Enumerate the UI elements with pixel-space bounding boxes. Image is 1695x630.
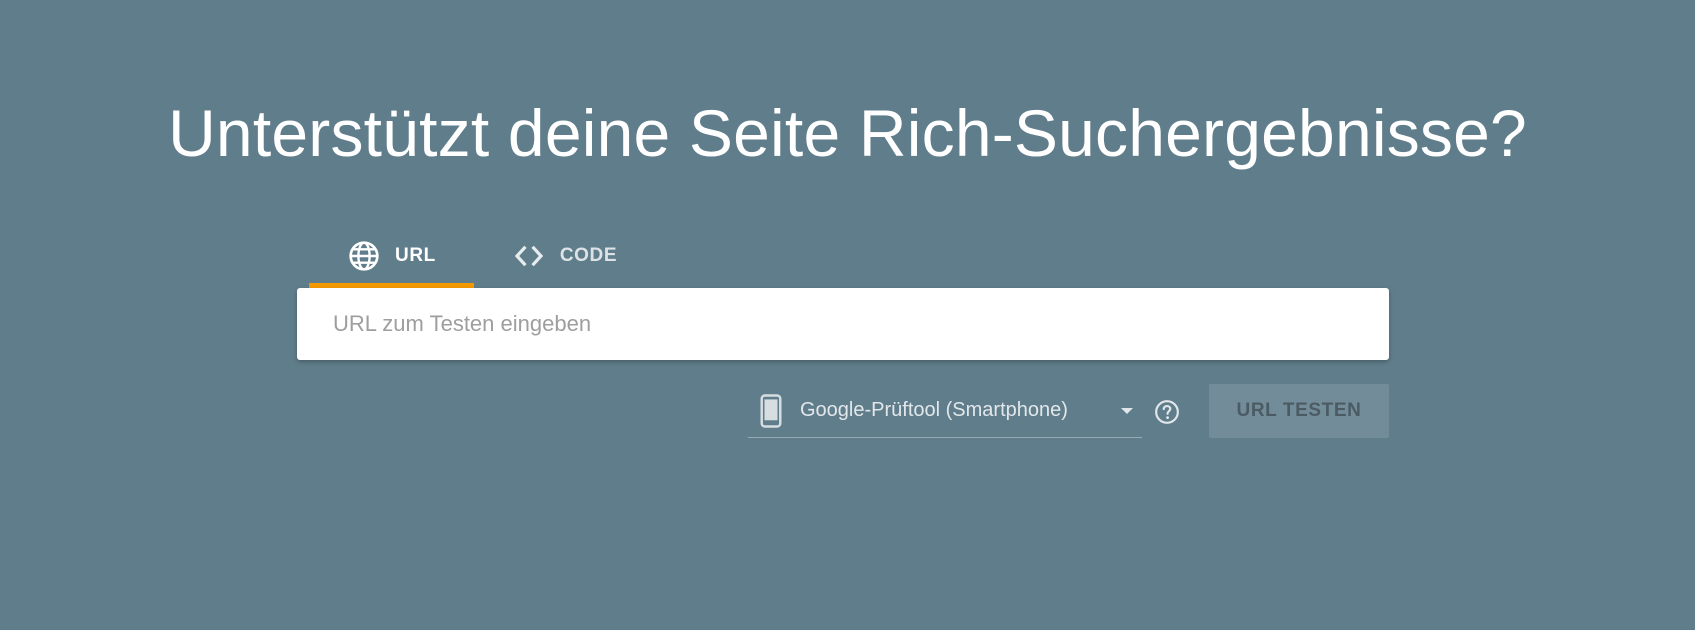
tab-url[interactable]: URL [309,224,474,288]
globe-icon [347,239,381,273]
smartphone-icon [748,393,794,428]
help-circle-icon[interactable] [1154,399,1180,425]
device-select[interactable]: Google-Prüftool (Smartphone) [748,384,1142,438]
input-mode-tabs: URL CODE [309,224,655,288]
page-title: Unterstützt deine Seite Rich-Suchergebni… [168,96,1527,170]
tab-code[interactable]: CODE [474,224,655,288]
code-icon [512,239,546,273]
test-url-button[interactable]: URL TESTEN [1209,384,1389,438]
tab-url-label: URL [395,245,436,266]
tab-code-label: CODE [559,245,618,266]
dropdown-arrow-icon [1112,406,1142,416]
device-select-value: Google-Prüftool (Smartphone) [800,399,1068,421]
url-input-card [297,288,1389,360]
url-input[interactable] [297,288,1389,360]
